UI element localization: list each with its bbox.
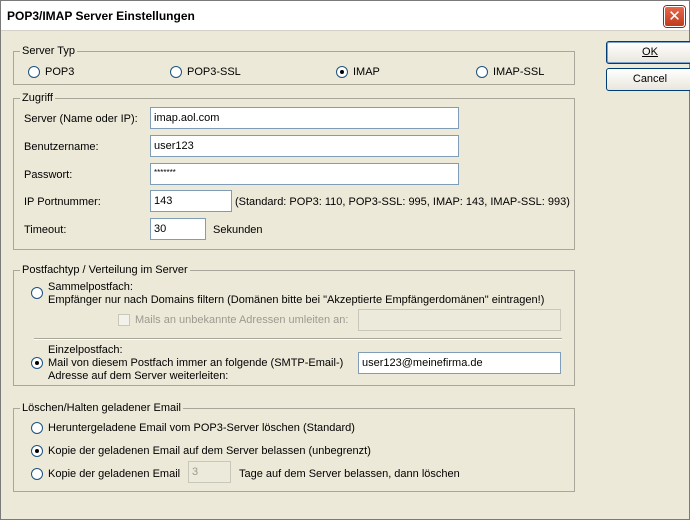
radio-imap-ssl[interactable] [476,66,488,78]
server-type-group: Server Typ POP3 POP3-SSL IMAP IMAP-SSL [13,45,575,85]
radio-keep-days[interactable] [31,468,43,480]
keep-days-prefix[interactable]: Kopie der geladenen Email [48,468,180,481]
delete-keep-legend: Löschen/Halten geladener Email [20,402,183,414]
port-label: IP Portnummer: [24,196,101,208]
mailbox-separator [34,338,562,340]
access-legend: Zugriff [20,92,55,104]
sammelpostfach-desc[interactable]: Empfänger nur nach Domains filtern (Domä… [48,294,544,307]
radio-pop3-label[interactable]: POP3 [45,66,74,79]
mailbox-type-legend: Postfachtyp / Verteilung im Server [20,264,190,276]
radio-imap-ssl-label[interactable]: IMAP-SSL [493,66,544,79]
unknown-address-checkbox[interactable] [118,314,130,326]
sammelpostfach-title[interactable]: Sammelpostfach: [48,281,133,294]
radio-einzelpostfach[interactable] [31,357,43,369]
forward-address-input[interactable]: user123@meinefirma.de [358,352,561,374]
delete-after-download-label[interactable]: Heruntergeladene Email vom POP3-Server l… [48,422,355,435]
unknown-address-label: Mails an unbekannte Adressen umleiten an… [135,314,349,326]
cancel-button-label: Cancel [632,73,668,85]
username-input[interactable]: user123 [150,135,459,157]
ok-button-label: OK [642,46,658,58]
timeout-label: Timeout: [24,224,67,236]
port-input[interactable]: 143 [150,190,232,212]
radio-pop3[interactable] [28,66,40,78]
window-title: POP3/IMAP Server Einstellungen [7,9,195,23]
einzelpostfach-line2[interactable]: Adresse auf dem Server weiterleiten: [48,370,228,383]
radio-imap-label[interactable]: IMAP [353,66,380,79]
radio-sammelpostfach[interactable] [31,287,43,299]
cancel-button[interactable]: Cancel [606,68,690,91]
ok-button[interactable]: OK [606,41,690,64]
unknown-address-input[interactable] [358,309,561,331]
dialog-window: POP3/IMAP Server Einstellungen ✕ OK Canc… [0,0,690,520]
access-group: Zugriff Server (Name oder IP): imap.aol.… [13,92,575,250]
close-icon[interactable]: ✕ [664,6,685,27]
keep-days-input[interactable]: 3 [188,461,231,483]
keep-days-suffix: Tage auf dem Server belassen, dann lösch… [239,468,460,480]
einzelpostfach-line1[interactable]: Mail von diesem Postfach immer an folgen… [48,357,343,370]
radio-delete-after-download[interactable] [31,422,43,434]
timeout-unit: Sekunden [213,224,263,236]
keep-unlimited-label[interactable]: Kopie der geladenen Email auf dem Server… [48,445,371,458]
port-hint: (Standard: POP3: 110, POP3-SSL: 995, IMA… [235,196,570,208]
mailbox-type-group: Postfachtyp / Verteilung im Server Samme… [13,264,575,386]
username-label: Benutzername: [24,141,99,153]
einzelpostfach-title[interactable]: Einzelpostfach: [48,344,123,357]
delete-keep-group: Löschen/Halten geladener Email Herunterg… [13,402,575,492]
password-label: Passwort: [24,169,73,181]
radio-pop3-ssl-label[interactable]: POP3-SSL [187,66,241,79]
server-input[interactable]: imap.aol.com [150,107,459,129]
radio-keep-unlimited[interactable] [31,445,43,457]
server-type-legend: Server Typ [20,45,77,57]
radio-pop3-ssl[interactable] [170,66,182,78]
server-label: Server (Name oder IP): [24,113,138,125]
timeout-input[interactable]: 30 [150,218,206,240]
title-bar[interactable]: POP3/IMAP Server Einstellungen ✕ [1,1,689,31]
radio-imap[interactable] [336,66,348,78]
password-input[interactable]: ******* [150,163,459,185]
